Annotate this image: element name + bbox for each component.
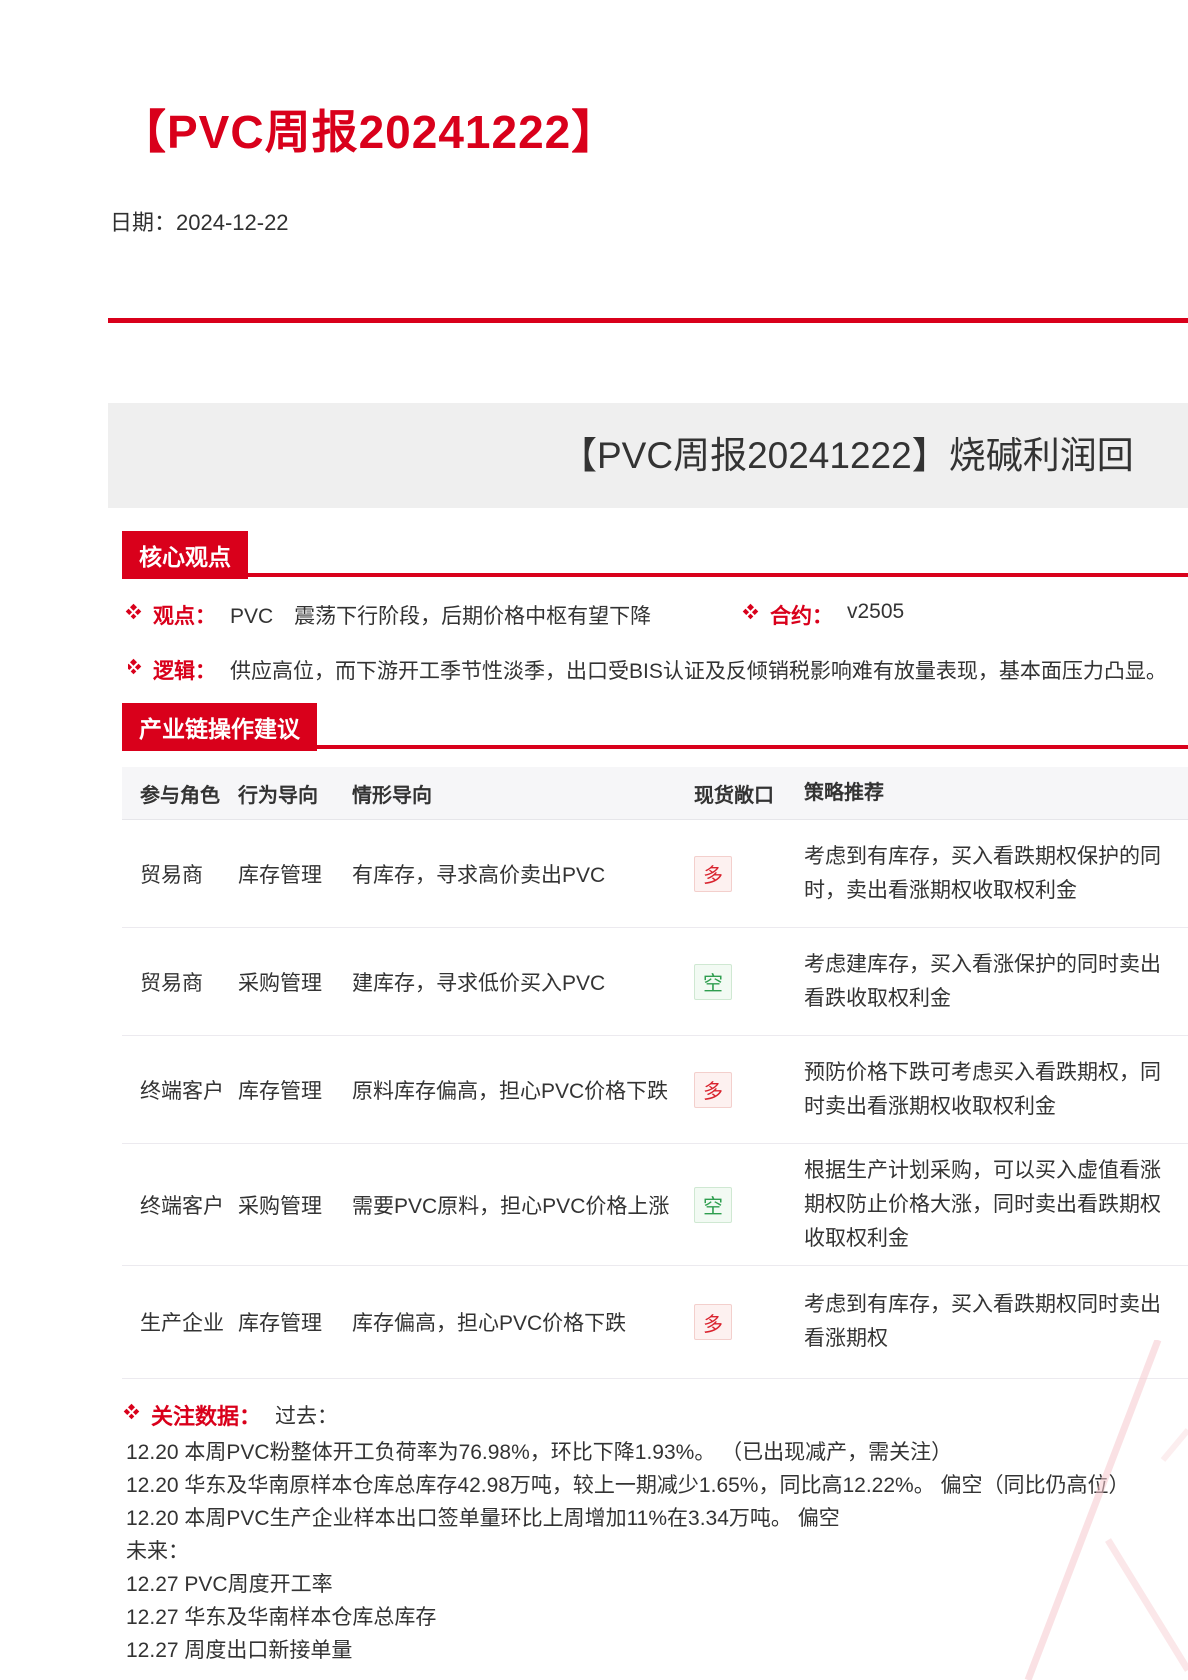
cell-situation: 需要PVC原料，担心PVC价格上涨 xyxy=(352,1190,694,1220)
exposure-badge-long: 多 xyxy=(694,856,732,892)
cell-exposure: 多 xyxy=(694,856,804,892)
diamond-bullet-icon xyxy=(743,604,759,620)
cell-behavior: 采购管理 xyxy=(238,967,352,997)
data-watch-item: 12.20 华东及华南原样本仓库总库存42.98万吨，较上一期减少1.65%，同… xyxy=(126,1469,1186,1502)
table-row: 终端客户 采购管理 需要PVC原料，担心PVC价格上涨 空 根据生产计划采购，可… xyxy=(122,1144,1188,1266)
logic-text: 供应高位，而下游开工季节性淡季，出口受BIS认证及反倾销税影响难有放量表现，基本… xyxy=(230,655,1167,685)
exposure-badge-long: 多 xyxy=(694,1072,732,1108)
cell-exposure: 空 xyxy=(694,1187,804,1223)
data-watch-item: 12.27 PVC周度开工率 xyxy=(126,1568,1186,1601)
diamond-bullet-icon xyxy=(128,659,141,675)
viewpoint-text: PVC 震荡下行阶段，后期价格中枢有望下降 xyxy=(230,600,651,630)
advice-table-header: 参与角色 行为导向 情形导向 现货敞口 策略推荐 xyxy=(122,767,1188,820)
cell-role: 生产企业 xyxy=(122,1307,238,1337)
data-watch-item: 12.20 本周PVC粉整体开工负荷率为76.98%，环比下降1.93%。 （已… xyxy=(126,1436,1186,1469)
logic-row: 逻辑： 供应高位，而下游开工季节性淡季，出口受BIS认证及反倾销税影响难有放量表… xyxy=(128,655,1184,685)
cell-strategy: 根据生产计划采购，可以买入虚值看涨期权防止价格大涨，同时卖出看跌期权收取权利金 xyxy=(804,1154,1176,1256)
report-page: 【PVC周报20241222】 日期：2024-12-22 【PVC周报2024… xyxy=(0,0,1188,1680)
data-watch-section: 关注数据： 过去： 12.20 本周PVC粉整体开工负荷率为76.98%，环比下… xyxy=(126,1400,1186,1667)
cell-behavior: 库存管理 xyxy=(238,1075,352,1105)
past-label: 过去： xyxy=(275,1400,338,1433)
top-divider xyxy=(108,318,1188,323)
cell-strategy: 考虑到有库存，买入看跌期权保护的同时，卖出看涨期权收取权利金 xyxy=(804,840,1176,908)
cell-situation: 原料库存偏高，担心PVC价格下跌 xyxy=(352,1075,694,1105)
core-heading-underline xyxy=(122,573,1188,577)
cell-exposure: 空 xyxy=(694,964,804,1000)
table-row: 终端客户 库存管理 原料库存偏高，担心PVC价格下跌 多 预防价格下跌可考虑买入… xyxy=(122,1036,1188,1144)
exposure-badge-short: 空 xyxy=(694,964,732,1000)
section-heading-core: 核心观点 xyxy=(122,531,248,579)
cell-role: 贸易商 xyxy=(122,967,238,997)
data-watch-item: 12.20 本周PVC生产企业样本出口签单量环比上周增加11%在3.34万吨。 … xyxy=(126,1502,1186,1535)
exposure-badge-long: 多 xyxy=(694,1304,732,1340)
viewpoint-label: 观点： xyxy=(153,600,216,630)
report-date: 日期：2024-12-22 xyxy=(110,205,289,237)
col-header-exposure: 现货敞口 xyxy=(694,779,804,808)
col-header-situation: 情形导向 xyxy=(352,779,694,808)
cell-behavior: 库存管理 xyxy=(238,1307,352,1337)
contract-row: 合约： v2505 xyxy=(745,600,904,630)
cell-strategy: 考虑到有库存，买入看跌期权同时卖出看涨期权 xyxy=(804,1288,1176,1356)
diamond-bullet-icon xyxy=(124,1404,140,1420)
cell-situation: 建库存，寻求低价买入PVC xyxy=(352,967,694,997)
future-label: 未来： xyxy=(126,1535,1186,1568)
col-header-role: 参与角色 xyxy=(122,779,238,808)
data-watch-item: 12.27 华东及华南样本仓库总库存 xyxy=(126,1601,1186,1634)
col-header-behavior: 行为导向 xyxy=(238,779,352,808)
cell-strategy: 考虑建库存，买入看涨保护的同时卖出看跌收取权利金 xyxy=(804,948,1176,1016)
viewpoint-row: 观点： PVC 震荡下行阶段，后期价格中枢有望下降 xyxy=(128,600,651,630)
banner-title: 【PVC周报20241222】烧碱利润回 xyxy=(108,403,1188,508)
contract-value: v2505 xyxy=(847,600,904,624)
contract-label: 合约： xyxy=(770,600,833,630)
data-watch-heading: 关注数据： 过去： xyxy=(126,1400,1186,1433)
table-row: 生产企业 库存管理 库存偏高，担心PVC价格下跌 多 考虑到有库存，买入看跌期权… xyxy=(122,1266,1188,1379)
logic-label: 逻辑： xyxy=(153,655,216,685)
data-watch-label: 关注数据： xyxy=(151,1400,261,1433)
cell-strategy: 预防价格下跌可考虑买入看跌期权，同时卖出看涨期权收取权利金 xyxy=(804,1056,1176,1124)
table-row: 贸易商 采购管理 建库存，寻求低价买入PVC 空 考虑建库存，买入看涨保护的同时… xyxy=(122,928,1188,1036)
cell-role: 终端客户 xyxy=(122,1190,238,1220)
table-row: 贸易商 库存管理 有库存，寻求高价卖出PVC 多 考虑到有库存，买入看跌期权保护… xyxy=(122,820,1188,928)
cell-exposure: 多 xyxy=(694,1304,804,1340)
cell-exposure: 多 xyxy=(694,1072,804,1108)
cell-role: 贸易商 xyxy=(122,859,238,889)
cell-role: 终端客户 xyxy=(122,1075,238,1105)
page-title: 【PVC周报20241222】 xyxy=(120,96,618,162)
advice-heading-underline xyxy=(122,745,1188,749)
data-watch-item: 12.27 周度出口新接单量 xyxy=(126,1634,1186,1667)
cell-behavior: 库存管理 xyxy=(238,859,352,889)
exposure-badge-short: 空 xyxy=(694,1187,732,1223)
cell-behavior: 采购管理 xyxy=(238,1190,352,1220)
advice-table: 参与角色 行为导向 情形导向 现货敞口 策略推荐 贸易商 库存管理 有库存，寻求… xyxy=(122,767,1188,1379)
cell-situation: 库存偏高，担心PVC价格下跌 xyxy=(352,1307,694,1337)
col-header-strategy: 策略推荐 xyxy=(804,776,1176,810)
report-banner: 【PVC周报20241222】烧碱利润回 xyxy=(108,403,1188,508)
diamond-bullet-icon xyxy=(126,604,142,620)
section-heading-advice: 产业链操作建议 xyxy=(122,703,317,751)
cell-situation: 有库存，寻求高价卖出PVC xyxy=(352,859,694,889)
